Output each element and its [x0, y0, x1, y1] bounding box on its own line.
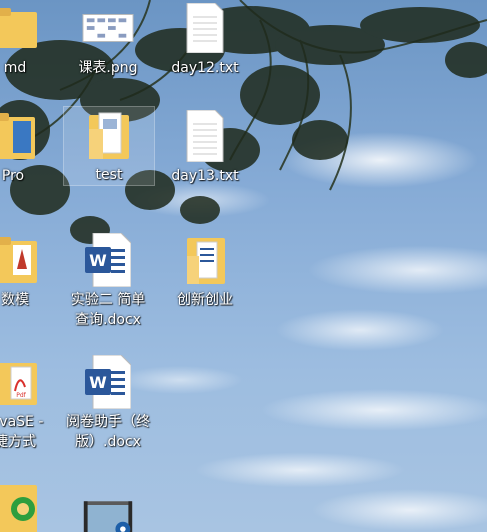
svg-text:W: W [89, 373, 107, 392]
folder-icon [0, 0, 41, 56]
desktop-icon-label: 数模 [1, 292, 29, 308]
desktop-icon-day13-txt[interactable]: day13.txt [160, 108, 250, 186]
desktop-icon-md[interactable]: md [0, 0, 60, 78]
desktop-icon-label: md [3, 60, 27, 76]
desktop-icon-label: 实验二 简单 查询.docx [70, 292, 146, 328]
folder-icon [83, 107, 135, 163]
desktop-icon-timetable-png[interactable]: 课表.png [63, 0, 153, 78]
desktop-icon-label: test [95, 167, 123, 183]
video-file-icon [82, 490, 134, 532]
desktop-icon-grading-helper-docx[interactable]: W 阅卷助手（终 版）.docx [63, 354, 153, 452]
desktop[interactable]: md 课表.png day12.txt Pro test day13.txt 数… [0, 0, 487, 532]
svg-text:Pdf: Pdf [16, 392, 26, 399]
image-file-icon [82, 0, 134, 56]
desktop-icon-label: Pro [1, 168, 25, 184]
word-document-icon: W [82, 354, 134, 410]
svg-text:W: W [89, 251, 107, 270]
folder-icon [0, 108, 39, 164]
desktop-icon-shumo[interactable]: 数模 [0, 232, 60, 310]
desktop-icon-innovation[interactable]: 创新创业 [160, 232, 250, 310]
desktop-icon-day12-txt[interactable]: day12.txt [160, 0, 250, 78]
app-icon [0, 478, 41, 532]
desktop-icon-app[interactable] [0, 478, 60, 532]
text-file-icon [179, 0, 231, 56]
desktop-icon-test[interactable]: test [63, 106, 155, 186]
desktop-icon-label: 课表.png [78, 60, 138, 76]
pdf-folder-icon: Pdf [0, 354, 41, 410]
desktop-icon-javase-shortcut[interactable]: Pdf JavaSE - 捷方式 [0, 354, 60, 452]
desktop-icon-label: day13.txt [171, 168, 239, 184]
desktop-icon-label: 创新创业 [177, 292, 233, 308]
desktop-icon-label: day12.txt [171, 60, 239, 76]
desktop-icon-pro[interactable]: Pro [0, 108, 58, 186]
desktop-icon-label: JavaSE - 捷方式 [0, 414, 44, 450]
desktop-icon-experiment2-docx[interactable]: W 实验二 简单 查询.docx [63, 232, 153, 330]
desktop-icon-video[interactable] [63, 490, 153, 532]
word-document-icon: W [82, 232, 134, 288]
folder-icon [179, 232, 231, 288]
folder-icon [0, 232, 41, 288]
text-file-icon [179, 108, 231, 164]
desktop-icon-label: 阅卷助手（终 版）.docx [66, 414, 150, 450]
